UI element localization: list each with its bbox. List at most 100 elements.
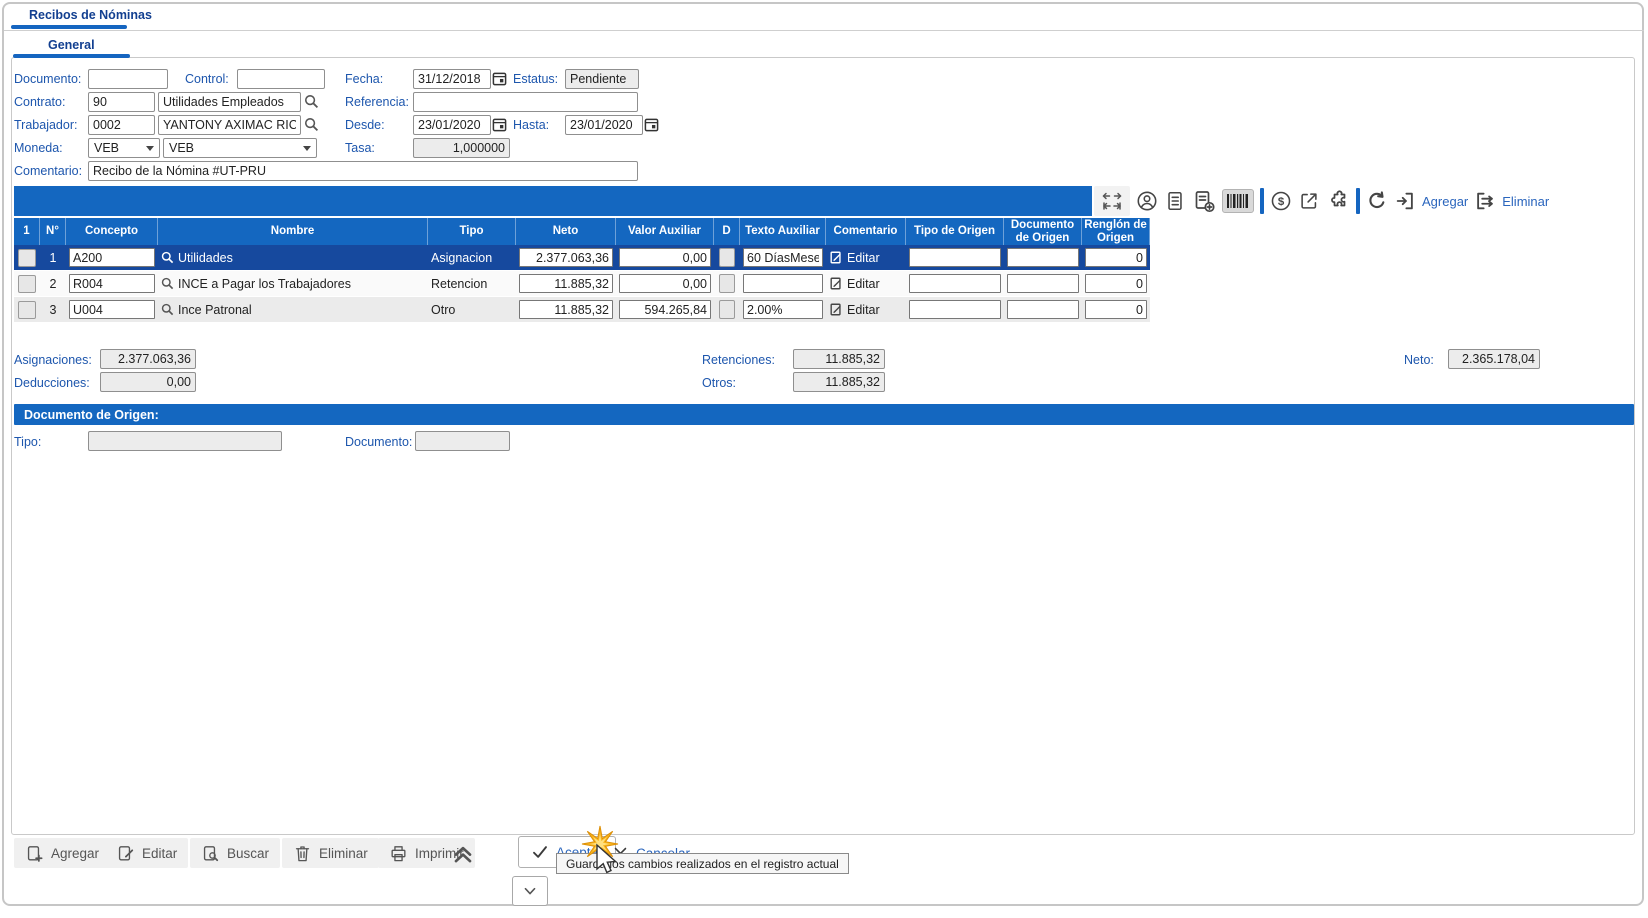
trabajador-search-icon[interactable] <box>304 117 319 132</box>
contrato-name-input[interactable] <box>158 92 301 112</box>
tab-general[interactable]: General <box>48 38 95 52</box>
documento-origen-input[interactable] <box>1007 274 1079 293</box>
grid-header: Valor Auxiliar <box>616 218 714 245</box>
tipo-origen-input[interactable] <box>909 300 1001 319</box>
documento-input[interactable] <box>88 69 168 89</box>
origin-tipo-input <box>88 431 282 451</box>
neto-input[interactable] <box>519 248 613 267</box>
resize-columns-icon[interactable] <box>1094 186 1130 216</box>
edit-row-label: Editar <box>847 303 880 317</box>
trabajador-code-input[interactable] <box>88 115 155 135</box>
d-checkbox[interactable] <box>719 248 735 267</box>
desde-label: Desde: <box>345 118 385 132</box>
origin-section-header: Documento de Origen: <box>14 404 1634 425</box>
desde-input[interactable] <box>413 115 491 135</box>
grid-row[interactable]: 1 Utilidades Asignacion Editar <box>14 245 1150 271</box>
estatus-label: Estatus: <box>513 72 558 86</box>
valor-auxiliar-input[interactable] <box>619 248 711 267</box>
renglon-origen-input[interactable] <box>1085 274 1147 293</box>
contrato-search-icon[interactable] <box>304 94 319 109</box>
control-input[interactable] <box>237 69 325 89</box>
comentario-input[interactable] <box>88 161 638 181</box>
texto-auxiliar-input[interactable] <box>743 300 823 319</box>
texto-auxiliar-input[interactable] <box>743 248 823 267</box>
tipo-origen-input[interactable] <box>909 274 1001 293</box>
row-add-icon[interactable] <box>1394 190 1416 212</box>
tooltip-text: Guarda los cambios realizados en el regi… <box>566 857 839 871</box>
concepto-search-icon[interactable] <box>161 251 174 264</box>
grid-agregar-button[interactable]: Agregar <box>1422 194 1468 209</box>
neto-input[interactable] <box>519 300 613 319</box>
contrato-code-input[interactable] <box>88 92 155 112</box>
referencia-input[interactable] <box>413 92 638 112</box>
row-number: 1 <box>40 245 66 270</box>
renglon-origen-input[interactable] <box>1085 248 1147 267</box>
edit-row-label: Editar <box>847 277 880 291</box>
eliminar-button[interactable]: Eliminar <box>282 838 379 868</box>
renglon-origen-input[interactable] <box>1085 300 1147 319</box>
edit-row-button[interactable]: Editar <box>829 276 880 291</box>
tooltip: Guarda los cambios realizados en el regi… <box>556 853 849 874</box>
desde-calendar-icon[interactable] <box>492 117 507 132</box>
edit-row-button[interactable]: Editar <box>829 302 880 317</box>
tipo-origen-input[interactable] <box>909 248 1001 267</box>
d-checkbox[interactable] <box>719 274 735 293</box>
nombre-cell: INCE a Pagar los Trabajadores <box>178 277 351 291</box>
moneda-label: Moneda: <box>14 141 63 155</box>
hasta-input[interactable] <box>565 115 643 135</box>
document-icon[interactable] <box>1164 190 1186 212</box>
more-options-button[interactable] <box>512 876 548 906</box>
retenciones-label: Retenciones: <box>702 353 775 367</box>
tipo-cell: Otro <box>428 297 516 322</box>
documento-origen-input[interactable] <box>1007 248 1079 267</box>
trabajador-name-input[interactable] <box>158 115 301 135</box>
editar-button[interactable]: Editar <box>105 838 188 868</box>
external-link-icon[interactable] <box>1298 190 1320 212</box>
origin-section-title: Documento de Origen: <box>24 408 159 422</box>
puzzle-icon[interactable] <box>1326 189 1350 213</box>
moneda-select-2[interactable]: VEB <box>163 138 317 158</box>
concepto-search-icon[interactable] <box>161 303 174 316</box>
tab-recibos-de-nominas[interactable]: Recibos de Nóminas <box>29 8 152 22</box>
document-add-icon[interactable] <box>1192 189 1216 213</box>
neto-input[interactable] <box>519 274 613 293</box>
concepto-search-icon[interactable] <box>161 277 174 290</box>
estatus-input <box>565 69 639 89</box>
d-checkbox[interactable] <box>719 300 735 319</box>
row-number: 2 <box>40 271 66 296</box>
grid-eliminar-button[interactable]: Eliminar <box>1502 194 1549 209</box>
grid-toolbar-bar <box>14 186 1092 216</box>
check-icon <box>531 843 549 861</box>
edit-row-button[interactable]: Editar <box>829 250 880 265</box>
barcode-icon[interactable] <box>1222 189 1254 213</box>
moneda-select-1[interactable]: VEB <box>88 138 160 158</box>
hasta-calendar-icon[interactable] <box>644 117 659 132</box>
valor-auxiliar-input[interactable] <box>619 300 711 319</box>
moneda-select-1-value: VEB <box>94 141 119 155</box>
agregar-button[interactable]: Agregar <box>14 838 110 868</box>
texto-auxiliar-input[interactable] <box>743 274 823 293</box>
row-selector[interactable] <box>18 249 36 267</box>
currency-dollar-icon[interactable]: $ <box>1270 190 1292 212</box>
row-selector[interactable] <box>18 275 36 293</box>
edit-record-icon <box>116 844 135 863</box>
fecha-calendar-icon[interactable] <box>492 71 507 86</box>
row-delete-icon[interactable] <box>1474 190 1496 212</box>
edit-row-label: Editar <box>847 251 880 265</box>
retenciones-total <box>793 349 885 369</box>
grid-row[interactable]: 2 INCE a Pagar los Trabajadores Retencio… <box>14 271 1150 297</box>
documento-origen-input[interactable] <box>1007 300 1079 319</box>
asignaciones-total <box>100 349 196 369</box>
concepto-input[interactable] <box>69 248 155 267</box>
refresh-icon[interactable] <box>1366 190 1388 212</box>
grid-header: Tipo <box>428 218 516 245</box>
grid-row[interactable]: 3 Ince Patronal Otro Editar <box>14 297 1150 323</box>
collapse-toolbar-icon[interactable] <box>450 840 476 866</box>
concepto-input[interactable] <box>69 300 155 319</box>
concepto-input[interactable] <box>69 274 155 293</box>
user-icon[interactable] <box>1136 190 1158 212</box>
fecha-input[interactable] <box>413 69 491 89</box>
buscar-button[interactable]: Buscar <box>190 838 280 868</box>
valor-auxiliar-input[interactable] <box>619 274 711 293</box>
row-selector[interactable] <box>18 301 36 319</box>
